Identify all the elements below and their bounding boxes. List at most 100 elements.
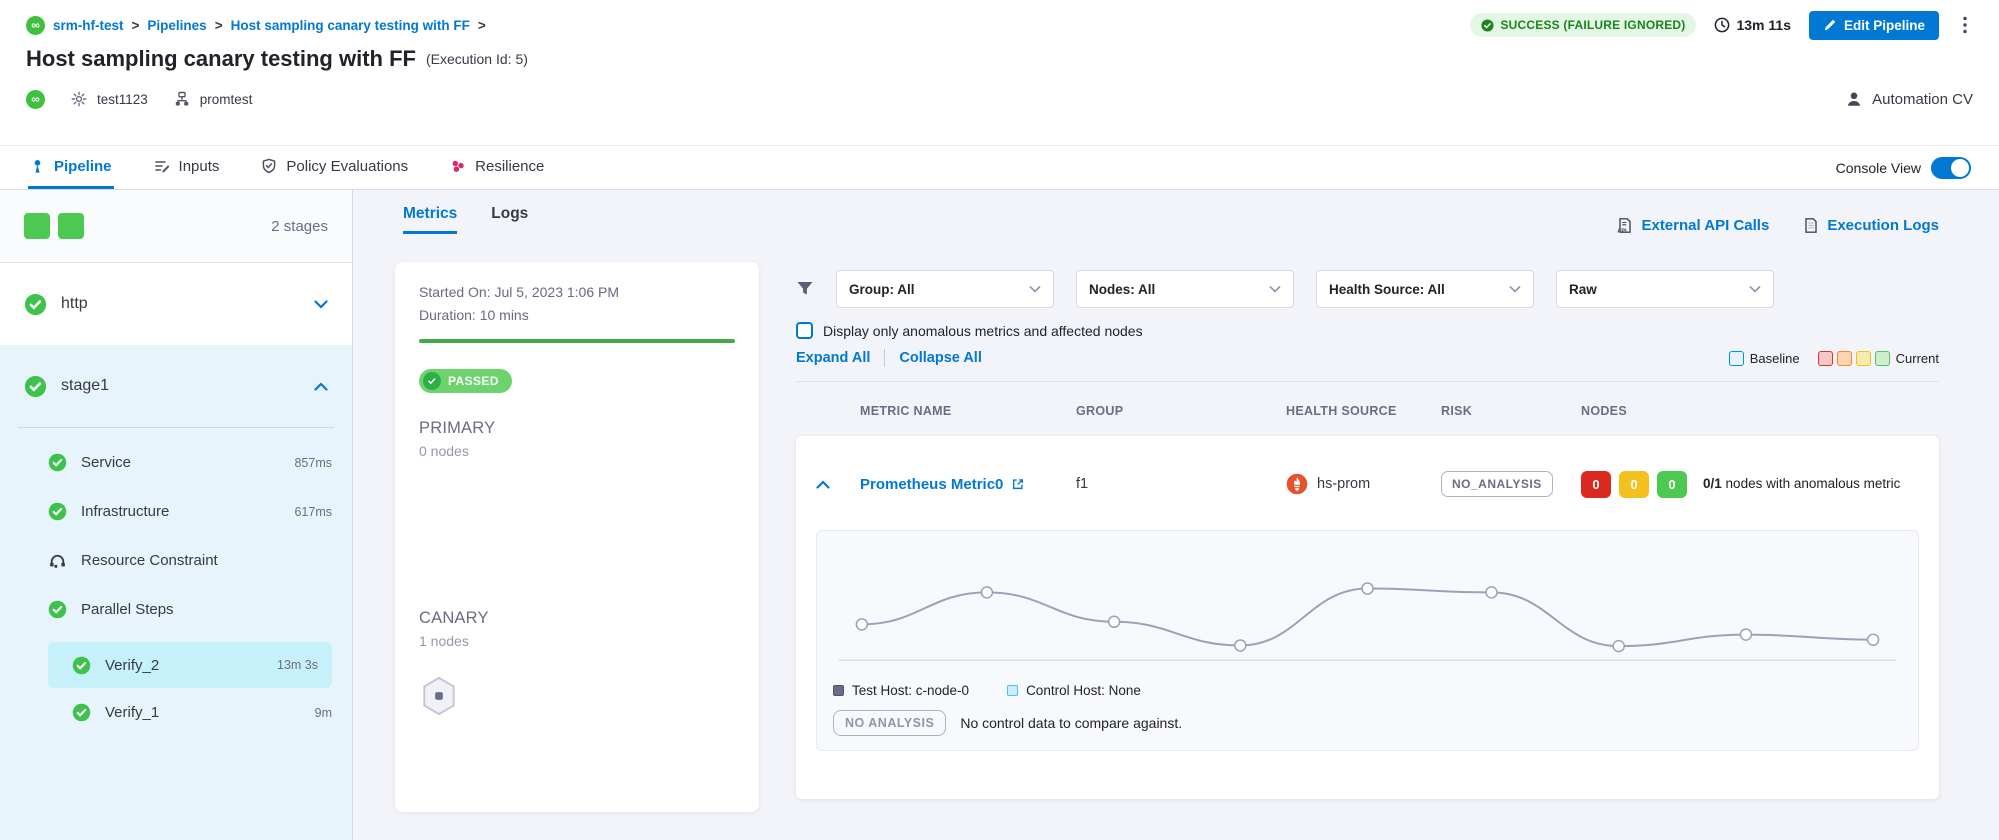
environment-name[interactable]: promtest bbox=[200, 92, 253, 107]
resource-constraint-icon bbox=[48, 552, 67, 569]
step-duration: 857ms bbox=[294, 456, 332, 470]
duration: Duration: 10 mins bbox=[419, 307, 735, 323]
edit-pipeline-label: Edit Pipeline bbox=[1844, 18, 1925, 33]
health-source-filter-value: Health Source: All bbox=[1329, 282, 1445, 297]
nodes-filter-select[interactable]: Nodes: All bbox=[1076, 270, 1294, 308]
tab-logs[interactable]: Logs bbox=[491, 205, 528, 234]
step-label: Parallel Steps bbox=[81, 601, 318, 618]
health-source-cell: hs-prom bbox=[1286, 473, 1441, 495]
no-analysis-badge: NO ANALYSIS bbox=[833, 710, 946, 736]
api-doc-icon: API bbox=[1616, 217, 1633, 234]
baseline-legend-label: Baseline bbox=[1750, 351, 1800, 366]
health-source-filter-select[interactable]: Health Source: All bbox=[1316, 270, 1534, 308]
filter-funnel-icon[interactable] bbox=[796, 281, 814, 297]
chevron-down-icon[interactable] bbox=[314, 300, 328, 309]
started-on: Started On: Jul 5, 2023 1:06 PM bbox=[419, 284, 735, 300]
step-label: Verify_1 bbox=[105, 704, 301, 721]
breadcrumb-project-link[interactable]: srm-hf-test bbox=[53, 18, 124, 33]
chart-color-legend: Baseline Current bbox=[1729, 351, 1939, 366]
anomalous-filter-label: Display only anomalous metrics and affec… bbox=[823, 323, 1143, 339]
risk-green-swatch bbox=[1875, 351, 1890, 366]
breadcrumb-separator: > bbox=[478, 18, 486, 33]
execution-tabbar: Pipeline Inputs Policy Evaluations Resil… bbox=[0, 146, 1999, 190]
tab-pipeline[interactable]: Pipeline bbox=[28, 146, 114, 189]
stage-label-stage1: stage1 bbox=[61, 377, 300, 395]
test-host-swatch bbox=[833, 685, 844, 696]
step-row-parallel-steps[interactable]: Parallel Steps bbox=[0, 585, 352, 634]
metric-chart[interactable] bbox=[833, 545, 1902, 673]
metrics-table-header: METRIC NAME GROUP HEALTH SOURCE RISK NOD… bbox=[796, 404, 1939, 418]
current-legend-label: Current bbox=[1896, 351, 1939, 366]
stage-status-squares bbox=[24, 213, 84, 239]
title-row: Host sampling canary testing with FF (Ex… bbox=[26, 42, 1973, 76]
breadcrumb-separator: > bbox=[132, 18, 140, 33]
step-row-infrastructure[interactable]: Infrastructure 617ms bbox=[0, 487, 352, 536]
control-host-label: Control Host: None bbox=[1026, 683, 1141, 698]
page-header: ∞ srm-hf-test > Pipelines > Host samplin… bbox=[0, 0, 1999, 146]
metric-name-link[interactable]: Prometheus Metric0 bbox=[860, 476, 1076, 493]
nodes-summary-text: nodes with anomalous metric bbox=[1726, 476, 1901, 491]
tab-metrics[interactable]: Metrics bbox=[403, 205, 457, 234]
step-duration: 13m 3s bbox=[277, 658, 318, 672]
page-title: Host sampling canary testing with FF bbox=[26, 46, 416, 72]
step-row-verify-2[interactable]: Verify_2 13m 3s bbox=[48, 642, 332, 688]
svg-text:API: API bbox=[1618, 228, 1628, 233]
no-analysis-message: No control data to compare against. bbox=[960, 715, 1182, 731]
risk-orange-swatch bbox=[1837, 351, 1852, 366]
status-badge: SUCCESS (FAILURE IGNORED) bbox=[1470, 13, 1696, 37]
host-legend: Test Host: c-node-0 Control Host: None bbox=[833, 683, 1902, 698]
stage1-expanded-block: stage1 Service 857ms Infrastructure 617m… bbox=[0, 345, 352, 840]
collapse-chevron-up-icon[interactable] bbox=[816, 480, 830, 489]
stage-row-http[interactable]: http bbox=[0, 263, 352, 345]
top-links-row: API External API Calls Execution Logs bbox=[796, 212, 1939, 238]
col-nodes: NODES bbox=[1581, 404, 1919, 418]
chevron-down-icon bbox=[1749, 285, 1761, 293]
check-circle-icon bbox=[72, 656, 91, 675]
breadcrumb-pipeline-link[interactable]: Host sampling canary testing with FF bbox=[231, 18, 470, 33]
filter-row: Group: All Nodes: All Health Source: All… bbox=[796, 270, 1939, 308]
console-view-toggle[interactable] bbox=[1931, 157, 1971, 179]
header-actions: SUCCESS (FAILURE IGNORED) 13m 11s Edit P… bbox=[1470, 11, 1973, 40]
breadcrumb-separator: > bbox=[215, 18, 223, 33]
chevron-down-icon bbox=[1269, 285, 1281, 293]
sidebar-header: 2 stages bbox=[0, 190, 352, 263]
gear-icon bbox=[71, 91, 87, 107]
display-mode-select[interactable]: Raw bbox=[1556, 270, 1774, 308]
col-metric-name: METRIC NAME bbox=[860, 404, 1076, 418]
expand-all-link[interactable]: Expand All bbox=[796, 350, 870, 366]
metric-row: Prometheus Metric0 f1 hs-prom NO_ANALYSI… bbox=[816, 456, 1919, 512]
group-filter-select[interactable]: Group: All bbox=[836, 270, 1054, 308]
tab-inputs[interactable]: Inputs bbox=[152, 146, 222, 189]
step-row-resource-constraint[interactable]: Resource Constraint bbox=[0, 536, 352, 585]
step-row-verify-1[interactable]: Verify_1 9m bbox=[0, 688, 352, 737]
external-link-icon bbox=[1011, 477, 1025, 491]
pencil-icon bbox=[1823, 18, 1837, 32]
execution-logs-label: Execution Logs bbox=[1827, 217, 1939, 234]
tab-policy-evaluations[interactable]: Policy Evaluations bbox=[259, 146, 410, 189]
check-circle-icon bbox=[72, 703, 91, 722]
risk-badge: NO_ANALYSIS bbox=[1441, 471, 1553, 497]
metric-card: Prometheus Metric0 f1 hs-prom NO_ANALYSI… bbox=[796, 436, 1939, 799]
breadcrumb-pipelines-link[interactable]: Pipelines bbox=[147, 18, 206, 33]
external-api-calls-link[interactable]: API External API Calls bbox=[1616, 217, 1769, 234]
anomalous-filter-checkbox[interactable] bbox=[796, 322, 813, 339]
check-circle-icon bbox=[48, 600, 67, 619]
passed-badge: PASSED bbox=[419, 369, 512, 393]
canary-node-hexagon[interactable] bbox=[419, 675, 735, 717]
tab-resilience[interactable]: Resilience bbox=[448, 146, 546, 189]
passed-label: PASSED bbox=[448, 374, 499, 388]
primary-nodes-count: 0 nodes bbox=[419, 443, 735, 459]
stage-row-stage1[interactable]: stage1 bbox=[0, 345, 352, 427]
step-row-service[interactable]: Service 857ms bbox=[0, 438, 352, 487]
edit-pipeline-button[interactable]: Edit Pipeline bbox=[1809, 11, 1939, 40]
execution-logs-link[interactable]: Execution Logs bbox=[1803, 217, 1939, 234]
service-name[interactable]: test1123 bbox=[97, 92, 148, 107]
summary-card: Started On: Jul 5, 2023 1:06 PM Duration… bbox=[395, 262, 759, 812]
control-host-legend-item: Control Host: None bbox=[1007, 683, 1141, 698]
tab-pipeline-label: Pipeline bbox=[54, 158, 112, 175]
passed-check-icon bbox=[423, 372, 441, 390]
chevron-up-icon[interactable] bbox=[314, 382, 328, 391]
more-options-menu[interactable] bbox=[1957, 14, 1973, 36]
collapse-all-link[interactable]: Collapse All bbox=[899, 350, 981, 366]
toolbar-row: Expand All Collapse All Baseline bbox=[796, 349, 1939, 382]
